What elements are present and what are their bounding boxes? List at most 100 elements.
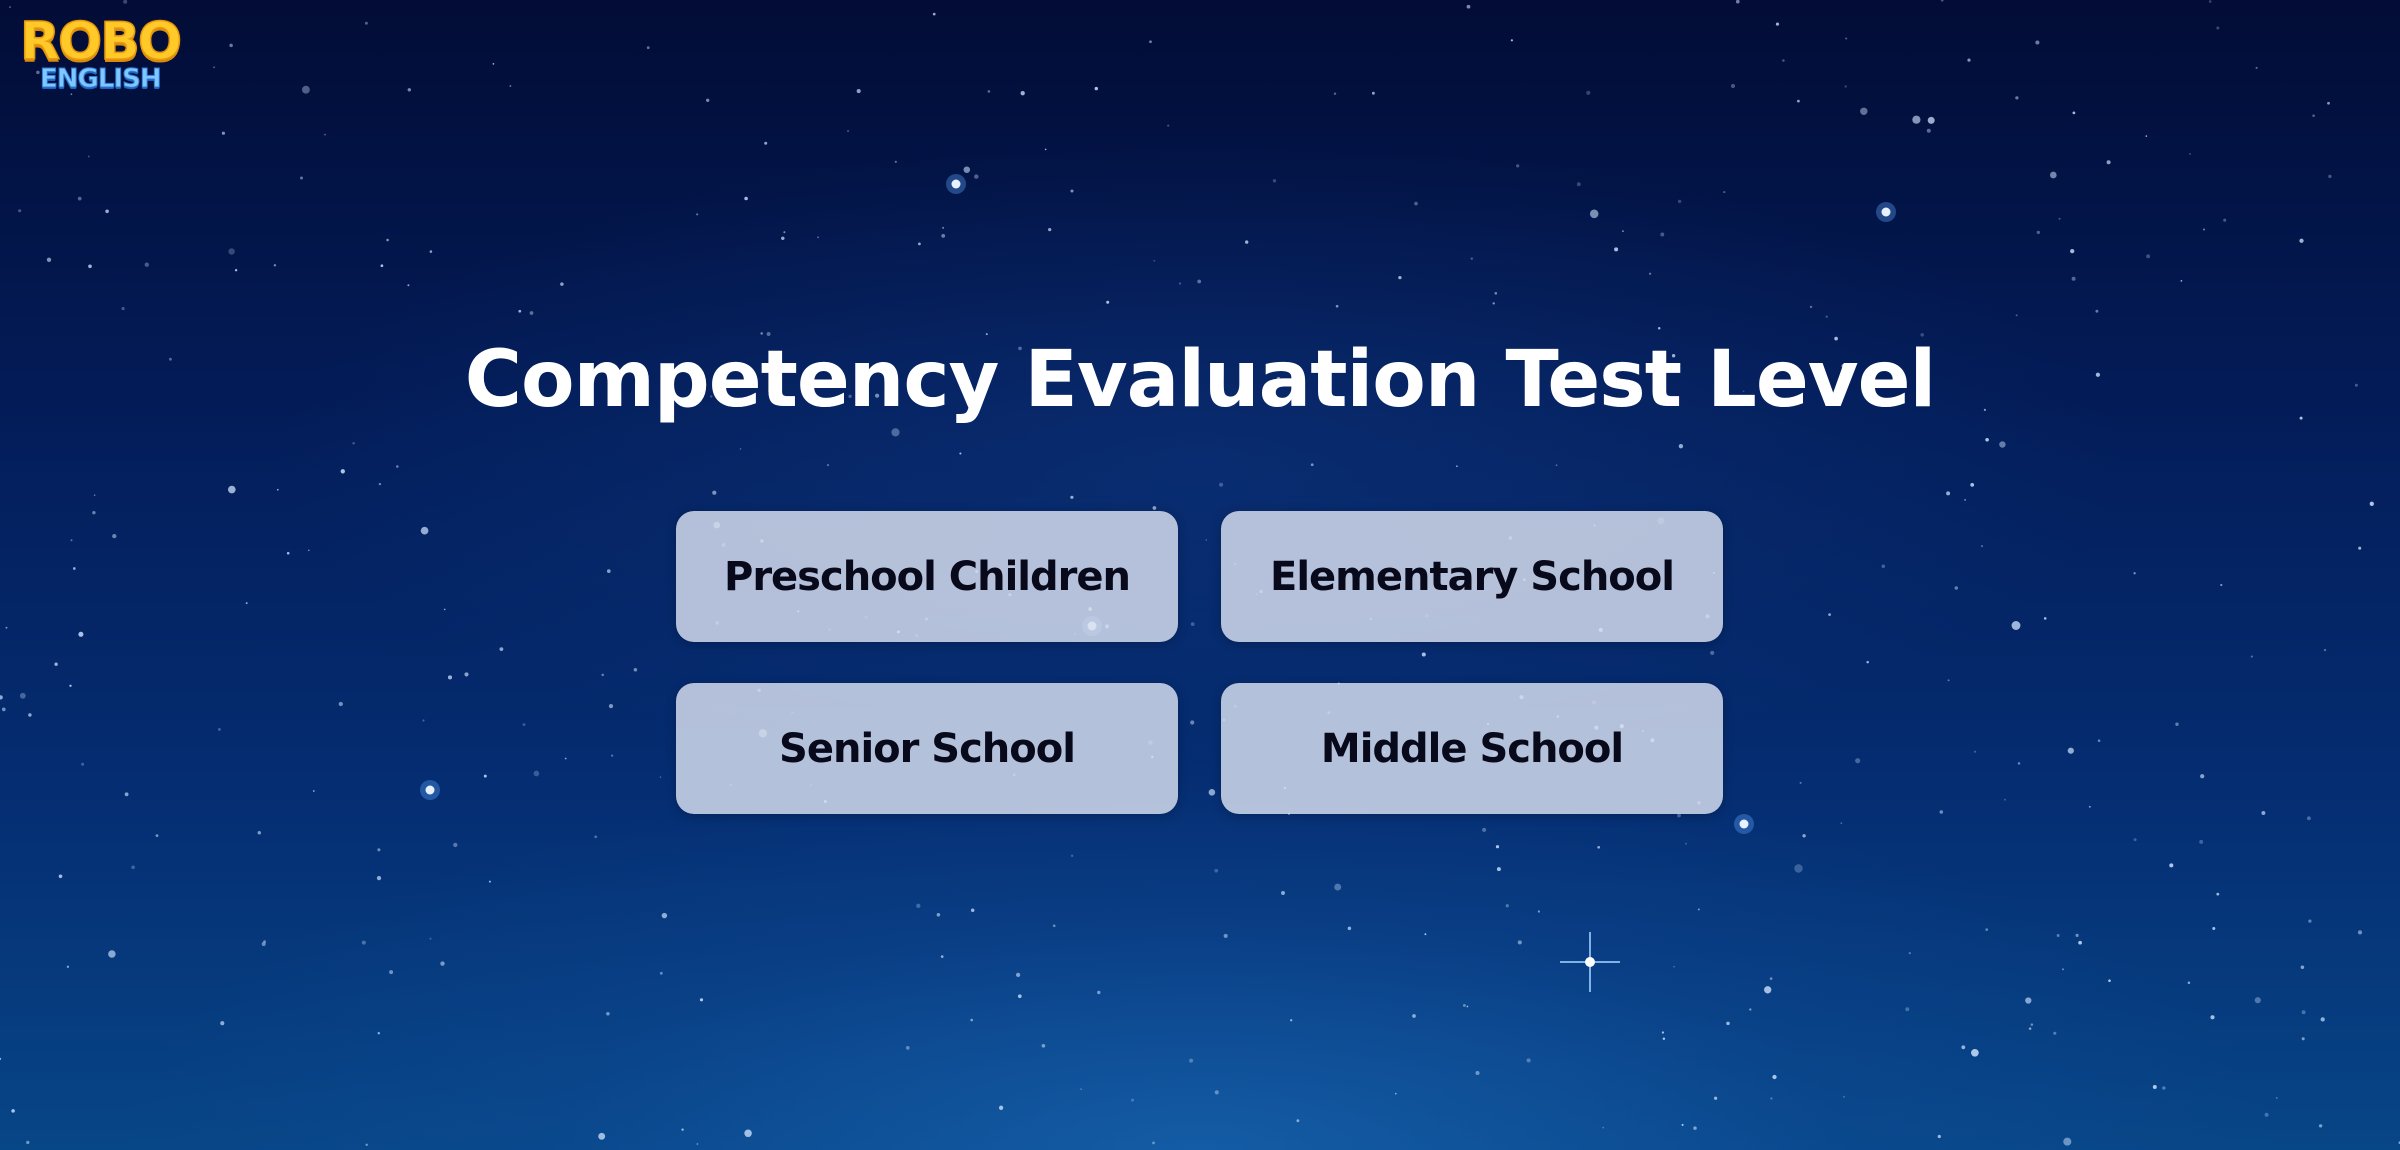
star [443,608,446,611]
star [220,1021,225,1026]
star [1648,272,1652,275]
star [1602,1126,1605,1129]
star [1723,191,1726,194]
star [1980,545,1984,548]
star [1971,1048,1979,1057]
star [608,703,614,709]
level-button-senior-school[interactable]: Senior School [676,683,1178,814]
star [1466,1005,1469,1008]
star [601,673,604,677]
star [2312,114,2315,118]
star [420,526,429,535]
star [2017,762,2021,765]
star [307,549,310,552]
star [377,848,381,852]
star [2062,968,2064,971]
star [217,727,221,731]
star [1782,59,1785,62]
star [28,713,32,717]
star [1927,116,1935,124]
star [963,166,971,173]
star [1855,758,1861,764]
star [1106,300,1110,304]
star [124,792,129,797]
level-button-middle-school[interactable]: Middle School [1221,683,1723,814]
star [1912,115,1921,124]
star [229,43,233,48]
star [696,1143,699,1145]
star [1470,257,1473,260]
star [659,971,663,975]
star [712,490,717,495]
star [1697,908,1700,911]
star [1961,1045,1966,1050]
star [1482,827,1487,832]
star [1510,39,1513,42]
star [1926,128,1931,133]
star [2067,747,2074,754]
star [1843,1095,1846,1098]
star [1905,1007,1910,1012]
star [606,569,611,573]
star [440,961,445,966]
star [2162,1086,2166,1090]
star [0,695,3,700]
star [974,174,979,179]
star [2306,816,2311,821]
star [817,236,820,239]
star [2301,1010,2306,1015]
star [1860,107,1868,116]
star [1685,842,1687,845]
star [2088,805,2091,808]
star [1693,1126,1697,1130]
star [361,940,366,945]
star [123,0,128,4]
star [1281,891,1285,895]
level-button-elementary-school[interactable]: Elementary School [1221,511,1723,642]
robo-english-logo[interactable]: ROBO ENGLISH [19,15,183,100]
level-button-preschool-children[interactable]: Preschool Children [676,511,1178,642]
star [213,66,216,69]
star [228,248,235,255]
star [1576,182,1581,187]
star [1809,305,1813,309]
star [1555,464,1558,467]
star [488,880,491,883]
star [18,209,22,213]
star [70,539,73,542]
star-bright [951,179,961,189]
star [1844,85,1847,88]
star [764,141,768,145]
star [1167,124,1170,127]
star [2358,546,2362,550]
star [26,1140,30,1145]
star [1677,813,1681,818]
star [2004,798,2006,801]
star [1946,491,1951,496]
star [1517,940,1522,945]
star [2308,919,2312,923]
star [155,834,159,837]
star [2072,111,2076,115]
star [1681,1123,1684,1126]
star [522,723,526,727]
star [1516,164,1520,168]
star [2200,774,2205,779]
star [1802,834,1806,838]
star [1908,951,1911,955]
star [1020,91,1025,96]
star [932,12,936,16]
star [706,98,710,102]
star [998,1105,1004,1110]
star [1070,854,1074,857]
star [131,865,135,870]
star [365,1143,368,1146]
star [2203,228,2205,231]
star [2015,314,2018,317]
star [1333,92,1337,95]
star [483,774,487,778]
star [2028,1027,2032,1030]
star [364,21,368,25]
star [1394,1092,1397,1095]
star [9,6,11,9]
